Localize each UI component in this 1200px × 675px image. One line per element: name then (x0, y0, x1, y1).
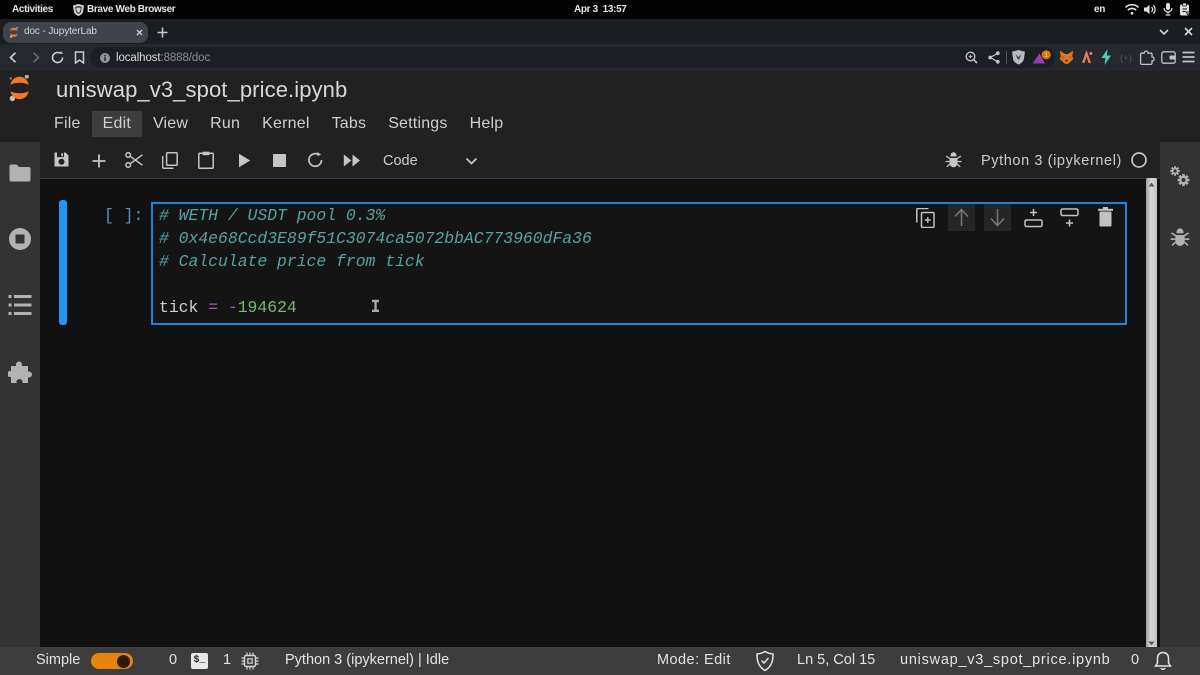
svg-text:1: 1 (1044, 52, 1048, 59)
